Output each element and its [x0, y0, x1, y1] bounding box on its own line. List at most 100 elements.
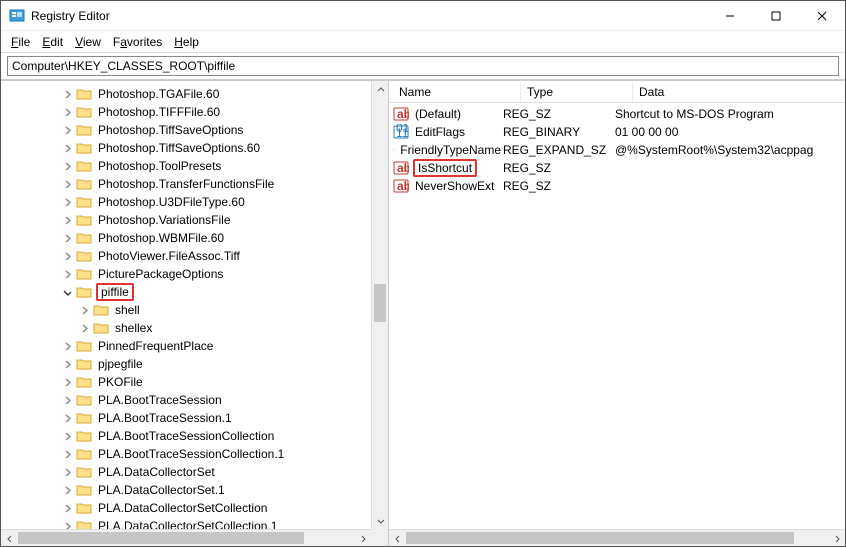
- tree-item[interactable]: PinnedFrequentPlace: [3, 337, 388, 355]
- tree-item[interactable]: shell: [3, 301, 388, 319]
- tree-item[interactable]: pjpegfile: [3, 355, 388, 373]
- scroll-down-icon[interactable]: [372, 512, 389, 529]
- tree-item[interactable]: PLA.DataCollectorSet.1: [3, 481, 388, 499]
- value-row[interactable]: ab(Default)REG_SZShortcut to MS-DOS Prog…: [389, 105, 845, 123]
- value-row[interactable]: abNeverShowExtREG_SZ: [389, 177, 845, 195]
- close-button[interactable]: [799, 1, 845, 31]
- value-name: EditFlags: [413, 125, 467, 139]
- folder-icon: [76, 429, 92, 443]
- window-title: Registry Editor: [31, 9, 707, 23]
- column-header-type[interactable]: Type: [521, 82, 633, 102]
- scroll-left-icon[interactable]: [1, 530, 18, 546]
- chevron-right-icon[interactable]: [60, 447, 74, 461]
- tree-item-label: Photoshop.U3DFileType.60: [96, 195, 247, 209]
- folder-icon: [76, 465, 92, 479]
- titlebar: Registry Editor: [1, 1, 845, 31]
- string-value-icon: ab: [393, 178, 409, 194]
- tree-item[interactable]: Photoshop.TIFFFile.60: [3, 103, 388, 121]
- tree-item[interactable]: PLA.DataCollectorSet: [3, 463, 388, 481]
- chevron-right-icon[interactable]: [60, 465, 74, 479]
- tree-item[interactable]: PLA.BootTraceSessionCollection: [3, 427, 388, 445]
- folder-icon: [76, 231, 92, 245]
- chevron-right-icon[interactable]: [60, 339, 74, 353]
- scroll-left-icon[interactable]: [389, 530, 406, 546]
- chevron-down-icon[interactable]: [60, 285, 74, 299]
- tree-item[interactable]: Photoshop.VariationsFile: [3, 211, 388, 229]
- tree-item-label: shell: [113, 303, 142, 317]
- value-row[interactable]: abFriendlyTypeNameREG_EXPAND_SZ@%SystemR…: [389, 141, 845, 159]
- chevron-right-icon[interactable]: [60, 393, 74, 407]
- minimize-button[interactable]: [707, 1, 753, 31]
- value-row[interactable]: 011110EditFlagsREG_BINARY01 00 00 00: [389, 123, 845, 141]
- chevron-right-icon[interactable]: [77, 303, 91, 317]
- chevron-right-icon[interactable]: [60, 501, 74, 515]
- folder-icon: [76, 249, 92, 263]
- chevron-right-icon[interactable]: [60, 231, 74, 245]
- scroll-up-icon[interactable]: [372, 81, 389, 98]
- chevron-right-icon[interactable]: [60, 429, 74, 443]
- value-name: FriendlyTypeName: [398, 143, 503, 157]
- registry-tree[interactable]: Photoshop.TGAFile.60 Photoshop.TIFFFile.6…: [1, 81, 388, 539]
- tree-item[interactable]: PKOFile: [3, 373, 388, 391]
- svg-text:ab: ab: [397, 161, 409, 175]
- tree-item[interactable]: PLA.BootTraceSession.1: [3, 409, 388, 427]
- chevron-right-icon[interactable]: [60, 123, 74, 137]
- menu-edit[interactable]: Edit: [38, 33, 67, 51]
- chevron-right-icon[interactable]: [60, 87, 74, 101]
- tree-item[interactable]: Photoshop.TiffSaveOptions.60: [3, 139, 388, 157]
- tree-item[interactable]: Photoshop.WBMFile.60: [3, 229, 388, 247]
- chevron-right-icon[interactable]: [60, 375, 74, 389]
- chevron-right-icon[interactable]: [60, 105, 74, 119]
- tree-item[interactable]: Photoshop.TGAFile.60: [3, 85, 388, 103]
- registry-editor-window: Registry Editor File Edit View Favorites…: [0, 0, 846, 547]
- chevron-right-icon[interactable]: [60, 267, 74, 281]
- address-input[interactable]: [7, 56, 839, 76]
- tree-item[interactable]: Photoshop.TransferFunctionsFile: [3, 175, 388, 193]
- chevron-right-icon[interactable]: [60, 141, 74, 155]
- folder-icon: [76, 285, 92, 299]
- string-value-icon: ab: [393, 160, 409, 176]
- menu-file[interactable]: File: [7, 33, 34, 51]
- values-list[interactable]: ab(Default)REG_SZShortcut to MS-DOS Prog…: [389, 103, 845, 195]
- tree-item[interactable]: PLA.BootTraceSessionCollection.1: [3, 445, 388, 463]
- menu-help[interactable]: Help: [170, 33, 203, 51]
- tree-item[interactable]: piffile: [3, 283, 388, 301]
- folder-icon: [76, 501, 92, 515]
- tree-item[interactable]: Photoshop.ToolPresets: [3, 157, 388, 175]
- tree-item-label: Photoshop.TGAFile.60: [96, 87, 221, 101]
- tree-horizontal-scrollbar[interactable]: [1, 529, 371, 546]
- value-type: REG_EXPAND_SZ: [503, 143, 615, 157]
- chevron-right-icon[interactable]: [60, 159, 74, 173]
- tree-item-label: PLA.DataCollectorSet: [96, 465, 217, 479]
- column-header-data[interactable]: Data: [633, 82, 845, 102]
- tree-item[interactable]: Photoshop.U3DFileType.60: [3, 193, 388, 211]
- chevron-right-icon[interactable]: [60, 213, 74, 227]
- folder-icon: [76, 393, 92, 407]
- tree-item[interactable]: PicturePackageOptions: [3, 265, 388, 283]
- values-horizontal-scrollbar[interactable]: [389, 529, 845, 546]
- value-row[interactable]: abIsShortcutREG_SZ: [389, 159, 845, 177]
- tree-item[interactable]: PLA.BootTraceSession: [3, 391, 388, 409]
- column-header-name[interactable]: Name: [393, 82, 521, 102]
- chevron-right-icon[interactable]: [60, 177, 74, 191]
- chevron-right-icon[interactable]: [60, 483, 74, 497]
- tree-item[interactable]: PLA.DataCollectorSetCollection: [3, 499, 388, 517]
- tree-item[interactable]: PhotoViewer.FileAssoc.Tiff: [3, 247, 388, 265]
- tree-item[interactable]: Photoshop.TiffSaveOptions: [3, 121, 388, 139]
- chevron-right-icon[interactable]: [60, 357, 74, 371]
- scroll-right-icon[interactable]: [828, 530, 845, 546]
- maximize-button[interactable]: [753, 1, 799, 31]
- menu-favorites[interactable]: Favorites: [109, 33, 166, 51]
- value-data: @%SystemRoot%\System32\acppag: [615, 143, 845, 157]
- tree-vertical-scrollbar[interactable]: [371, 81, 388, 529]
- menu-view[interactable]: View: [71, 33, 105, 51]
- chevron-right-icon[interactable]: [60, 411, 74, 425]
- chevron-right-icon[interactable]: [60, 195, 74, 209]
- scroll-right-icon[interactable]: [354, 530, 371, 546]
- tree-item-label: PLA.DataCollectorSetCollection: [96, 501, 269, 515]
- tree-item-label: PinnedFrequentPlace: [96, 339, 215, 353]
- chevron-right-icon[interactable]: [60, 249, 74, 263]
- chevron-right-icon[interactable]: [77, 321, 91, 335]
- values-header: Name Type Data: [389, 81, 845, 103]
- tree-item[interactable]: shellex: [3, 319, 388, 337]
